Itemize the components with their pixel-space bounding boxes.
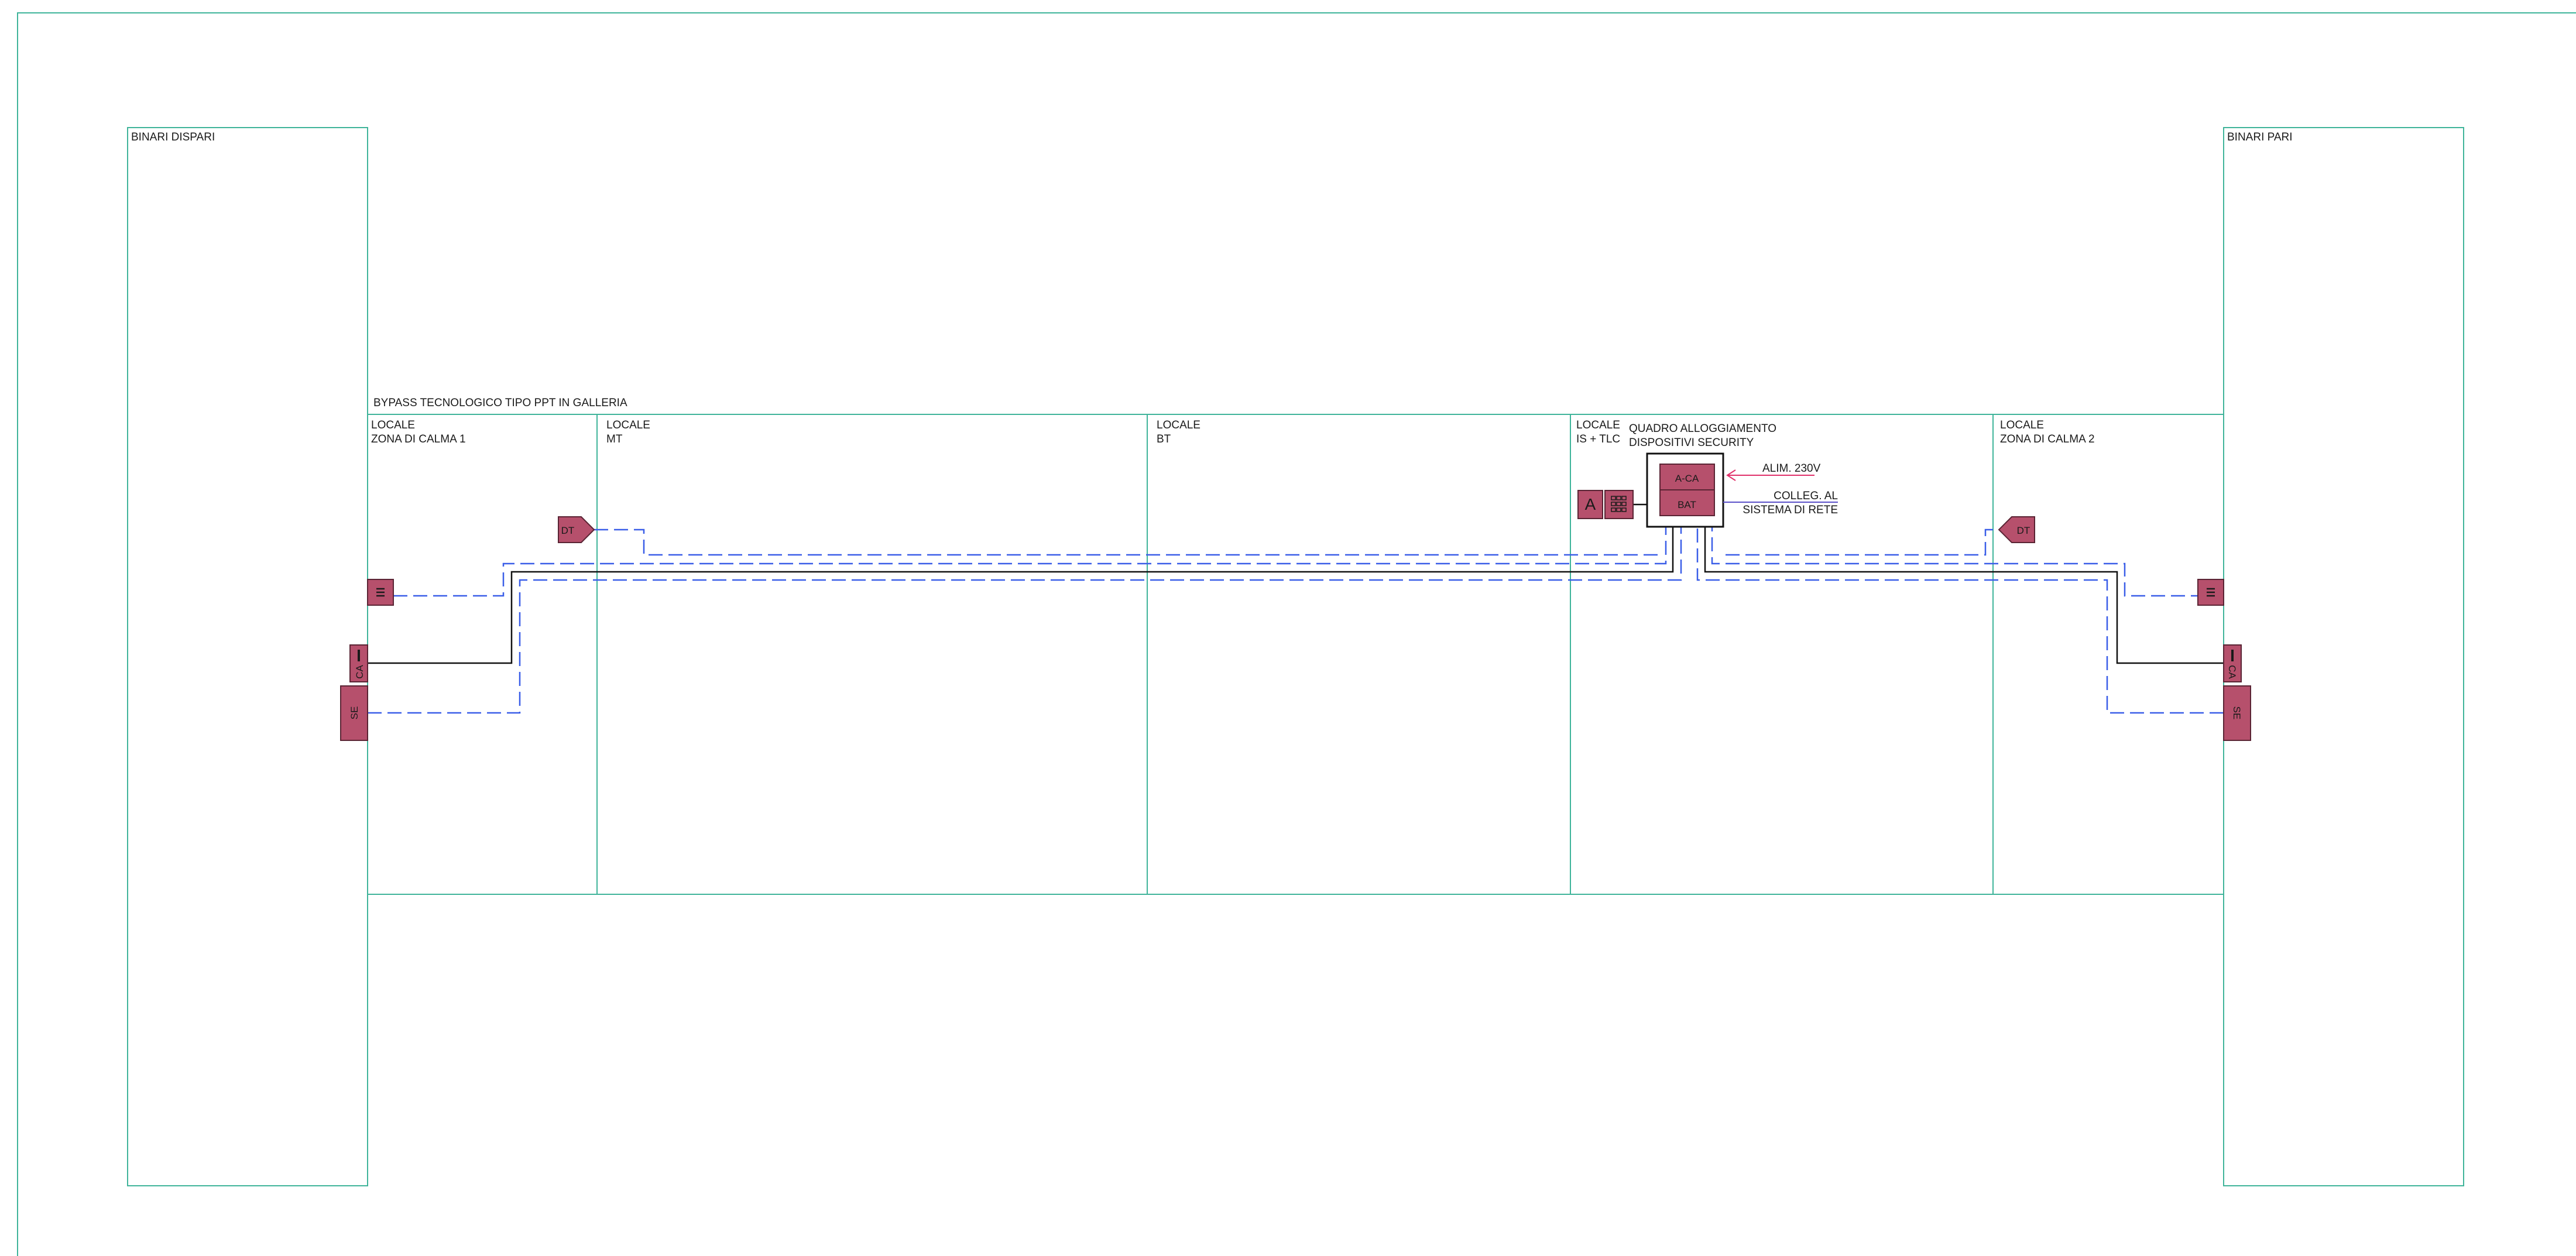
svg-text:CA: CA xyxy=(354,665,365,679)
room-label-mt: LOCALE MT xyxy=(606,419,650,445)
track-area-right xyxy=(2223,127,2464,1186)
ca-device-left: CA xyxy=(349,644,368,682)
se-device-left: SE xyxy=(340,685,368,741)
colleg-label-line1: COLLEG. AL xyxy=(1774,490,1838,502)
sensor-icon-right xyxy=(2197,579,2224,606)
bypass-diagram: BINARI DISPARI BINARI PARI BYPASS TECNOL… xyxy=(17,12,2576,1256)
svg-text:DISPOSITIVI SECURITY: DISPOSITIVI SECURITY xyxy=(1629,437,1754,449)
network-link: COLLEG. AL SISTEMA DI RETE xyxy=(1723,490,1838,516)
svg-text:LOCALE: LOCALE xyxy=(606,419,650,431)
room-label-zona-calma-2: LOCALE ZONA DI CALMA 2 xyxy=(2000,419,2095,445)
svg-text:LOCALE: LOCALE xyxy=(1576,419,1620,431)
svg-text:ZONA DI CALMA 1: ZONA DI CALMA 1 xyxy=(371,433,466,445)
device-a: A xyxy=(1577,490,1603,519)
room-label-is-tlc: LOCALE IS + TLC xyxy=(1576,419,1620,445)
drawing-frame xyxy=(17,12,2576,1256)
track-label-left: BINARI DISPARI xyxy=(131,131,215,143)
svg-text:ZONA DI CALMA 2: ZONA DI CALMA 2 xyxy=(2000,433,2095,445)
svg-text:DT: DT xyxy=(561,525,575,536)
security-panel: A-CA BAT xyxy=(1646,452,1724,528)
svg-text:IS + TLC: IS + TLC xyxy=(1576,433,1620,445)
solid-cable-runs xyxy=(368,503,2224,664)
bat-label: BAT xyxy=(1678,499,1696,510)
dt-detector-right: DT xyxy=(1998,516,2035,543)
se-device-right: SE xyxy=(2223,685,2251,741)
colleg-label-line2: SISTEMA DI RETE xyxy=(1743,504,1838,516)
keypad-icon xyxy=(1604,490,1634,519)
svg-text:QUADRO ALLOGGIAMENTO: QUADRO ALLOGGIAMENTO xyxy=(1629,423,1776,435)
room-label-bt: LOCALE BT xyxy=(1157,419,1200,445)
svg-text:LOCALE: LOCALE xyxy=(2000,419,2044,431)
alim-label: ALIM. 230V xyxy=(1762,462,1821,475)
svg-text:A: A xyxy=(1585,495,1596,513)
ca-device-right: CA xyxy=(2223,644,2242,682)
track-area-left xyxy=(127,127,368,1186)
aca-label: A-CA xyxy=(1675,473,1699,484)
track-label-right: BINARI PARI xyxy=(2227,131,2293,143)
dashed-cable-runs xyxy=(368,527,2224,714)
sensor-icon-left xyxy=(367,579,394,606)
room-label-zona-calma-1: LOCALE ZONA DI CALMA 1 xyxy=(371,419,466,445)
svg-text:CA: CA xyxy=(2227,665,2238,679)
svg-text:MT: MT xyxy=(606,433,623,445)
bypass-title: BYPASS TECNOLOGICO TIPO PPT IN GALLERIA xyxy=(373,397,627,409)
bypass-outline xyxy=(367,414,2224,895)
svg-text:BT: BT xyxy=(1157,433,1171,445)
svg-text:LOCALE: LOCALE xyxy=(1157,419,1200,431)
dt-detector-left: DT xyxy=(558,516,595,543)
svg-text:SE: SE xyxy=(349,706,360,720)
svg-text:SE: SE xyxy=(2231,706,2242,720)
panel-title: QUADRO ALLOGGIAMENTO DISPOSITIVI SECURIT… xyxy=(1629,423,1776,449)
power-feed: ALIM. 230V xyxy=(1726,462,1821,481)
svg-text:DT: DT xyxy=(2017,525,2030,536)
svg-text:LOCALE: LOCALE xyxy=(371,419,415,431)
